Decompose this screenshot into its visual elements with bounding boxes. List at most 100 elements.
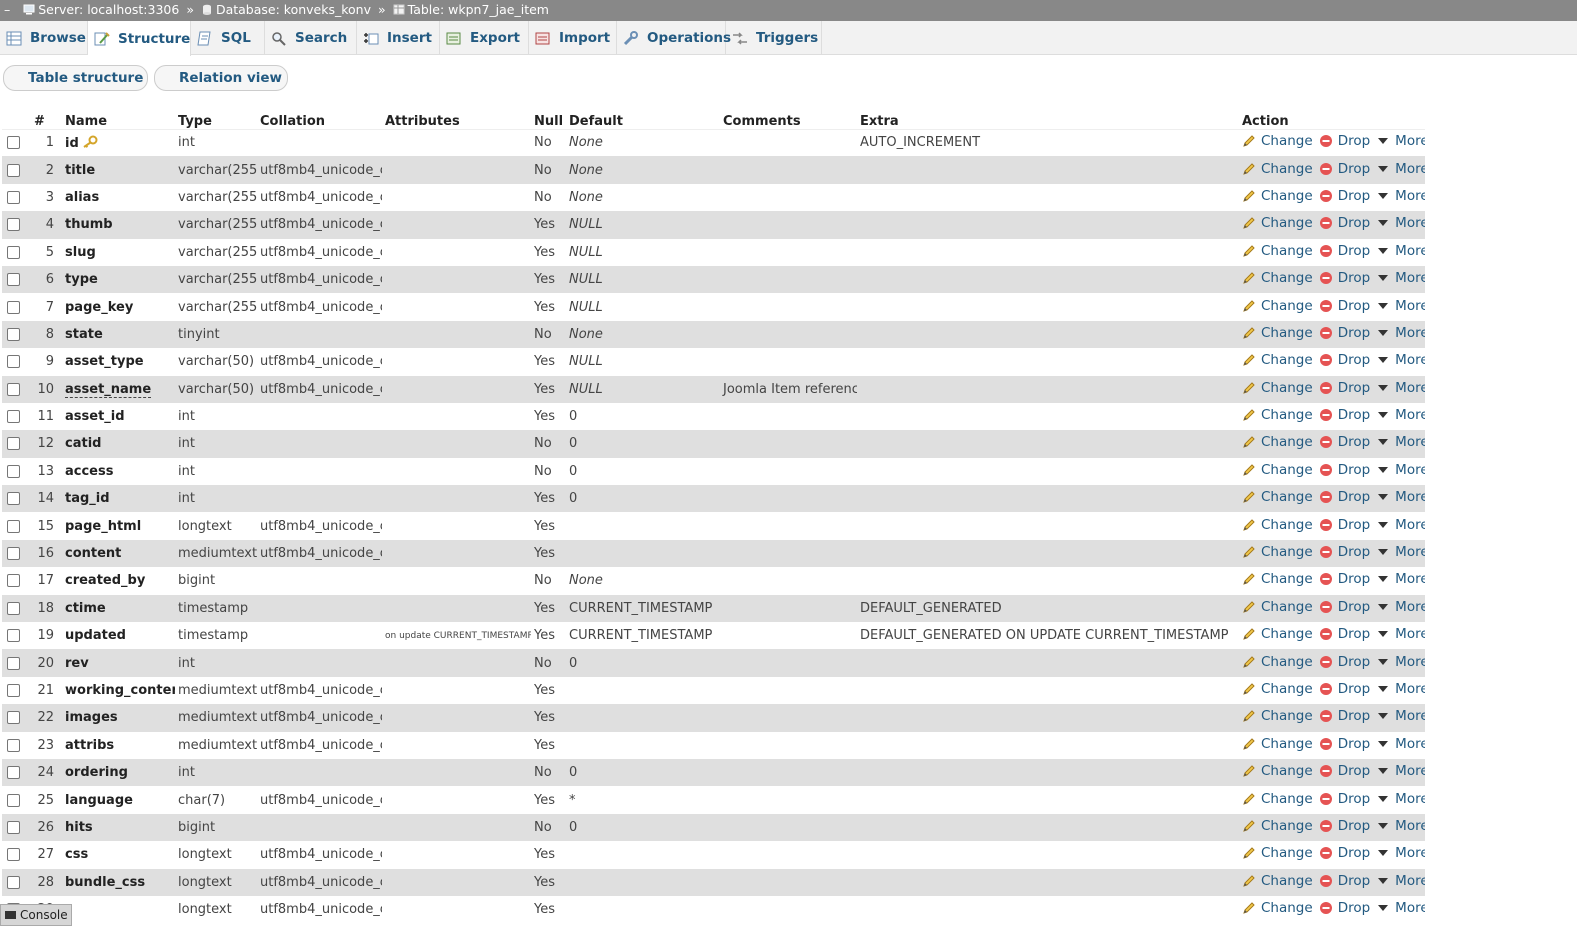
change-button[interactable]: Change	[1242, 654, 1313, 670]
drop-button[interactable]: Drop	[1319, 380, 1370, 396]
drop-button[interactable]: Drop	[1319, 845, 1370, 861]
column-name[interactable]: slug	[62, 238, 175, 266]
row-checkbox[interactable]	[7, 820, 20, 834]
breadcrumb-server[interactable]: Server: localhost:3306	[38, 2, 179, 17]
column-name[interactable]: ctime	[62, 594, 175, 623]
change-button[interactable]: Change	[1242, 763, 1313, 779]
drop-button[interactable]: Drop	[1319, 243, 1370, 259]
column-name[interactable]: working_content	[62, 676, 175, 705]
row-checkbox[interactable]	[7, 601, 20, 615]
row-checkbox[interactable]	[7, 711, 20, 725]
change-button[interactable]: Change	[1242, 325, 1313, 341]
column-name[interactable]: thumb	[62, 211, 175, 239]
drop-button[interactable]: Drop	[1319, 434, 1370, 450]
column-name[interactable]: page_key	[62, 293, 175, 321]
drop-button[interactable]: Drop	[1319, 298, 1370, 314]
change-button[interactable]: Change	[1242, 818, 1313, 834]
tab-structure[interactable]: Structure	[88, 21, 191, 56]
change-button[interactable]: Change	[1242, 517, 1313, 533]
row-checkbox[interactable]	[7, 190, 20, 204]
row-checkbox[interactable]	[7, 629, 20, 643]
change-button[interactable]: Change	[1242, 298, 1313, 314]
column-name[interactable]: images	[62, 704, 175, 732]
row-checkbox[interactable]	[7, 574, 20, 588]
column-name[interactable]: content	[62, 539, 175, 568]
row-checkbox[interactable]	[7, 656, 20, 670]
more-dropdown[interactable]: More	[1376, 599, 1425, 615]
row-checkbox[interactable]	[7, 547, 20, 561]
row-checkbox[interactable]	[7, 163, 20, 177]
column-name[interactable]: type	[62, 265, 175, 294]
drop-button[interactable]: Drop	[1319, 270, 1370, 286]
drop-button[interactable]: Drop	[1319, 763, 1370, 779]
header-attributes[interactable]: Attributes	[382, 108, 531, 130]
row-checkbox[interactable]	[7, 519, 20, 533]
row-checkbox[interactable]	[7, 437, 20, 451]
drop-button[interactable]: Drop	[1319, 681, 1370, 697]
row-checkbox[interactable]	[7, 738, 20, 752]
more-dropdown[interactable]: More	[1376, 845, 1425, 861]
header-comments[interactable]: Comments	[720, 108, 857, 130]
more-dropdown[interactable]: More	[1376, 270, 1425, 286]
more-dropdown[interactable]: More	[1376, 736, 1425, 752]
row-checkbox[interactable]	[7, 684, 20, 697]
column-name[interactable]: created_by	[62, 567, 175, 595]
change-button[interactable]: Change	[1242, 380, 1313, 396]
more-dropdown[interactable]: More	[1376, 352, 1425, 368]
row-checkbox[interactable]	[7, 464, 20, 478]
column-name[interactable]: asset_type	[62, 348, 175, 376]
more-dropdown[interactable]: More	[1376, 900, 1425, 916]
column-name[interactable]: updated	[62, 622, 175, 650]
tab-insert[interactable]: Insert	[357, 21, 440, 55]
tab-browse[interactable]: Browse	[0, 21, 88, 55]
more-dropdown[interactable]: More	[1376, 763, 1425, 779]
column-name[interactable]: alias	[62, 183, 175, 212]
change-button[interactable]: Change	[1242, 270, 1313, 286]
more-dropdown[interactable]: More	[1376, 681, 1425, 697]
drop-button[interactable]: Drop	[1319, 352, 1370, 368]
change-button[interactable]: Change	[1242, 791, 1313, 807]
row-checkbox[interactable]	[7, 766, 20, 780]
drop-button[interactable]: Drop	[1319, 873, 1370, 889]
column-name[interactable]: language	[62, 786, 175, 814]
drop-button[interactable]: Drop	[1319, 215, 1370, 231]
column-name[interactable]: bundle_css	[62, 868, 175, 896]
drop-button[interactable]: Drop	[1319, 517, 1370, 533]
more-dropdown[interactable]: More	[1376, 407, 1425, 423]
column-name[interactable]: title	[62, 156, 175, 184]
row-checkbox[interactable]	[7, 382, 20, 396]
drop-button[interactable]: Drop	[1319, 736, 1370, 752]
change-button[interactable]: Change	[1242, 681, 1313, 697]
tab-search[interactable]: Search	[265, 21, 357, 55]
column-name[interactable]	[62, 895, 175, 924]
more-dropdown[interactable]: More	[1376, 873, 1425, 889]
breadcrumb-table[interactable]: Table: wkpn7_jae_item	[408, 2, 549, 17]
tab-operations[interactable]: Operations	[617, 21, 731, 55]
tab-sql[interactable]: SQL	[191, 21, 265, 55]
change-button[interactable]: Change	[1242, 462, 1313, 478]
drop-button[interactable]: Drop	[1319, 133, 1370, 149]
tab-export[interactable]: Export	[440, 21, 529, 55]
change-button[interactable]: Change	[1242, 571, 1313, 587]
drop-button[interactable]: Drop	[1319, 818, 1370, 834]
more-dropdown[interactable]: More	[1376, 243, 1425, 259]
drop-button[interactable]: Drop	[1319, 161, 1370, 177]
drop-button[interactable]: Drop	[1319, 626, 1370, 642]
column-name[interactable]: hits	[62, 813, 175, 842]
column-name[interactable]: ordering	[62, 758, 175, 787]
row-checkbox[interactable]	[7, 875, 20, 889]
drop-button[interactable]: Drop	[1319, 571, 1370, 587]
more-dropdown[interactable]: More	[1376, 215, 1425, 231]
change-button[interactable]: Change	[1242, 188, 1313, 204]
row-checkbox[interactable]	[7, 355, 20, 369]
row-checkbox[interactable]	[7, 793, 20, 807]
header-null[interactable]: Null	[531, 108, 566, 130]
row-checkbox[interactable]	[7, 848, 20, 862]
more-dropdown[interactable]: More	[1376, 188, 1425, 204]
row-checkbox[interactable]	[7, 492, 20, 506]
subtab-table-structure[interactable]: Table structure	[3, 65, 148, 91]
column-name[interactable]: id	[62, 129, 175, 157]
drop-button[interactable]: Drop	[1319, 188, 1370, 204]
tab-import[interactable]: Import	[529, 21, 617, 55]
row-checkbox[interactable]	[7, 218, 20, 232]
